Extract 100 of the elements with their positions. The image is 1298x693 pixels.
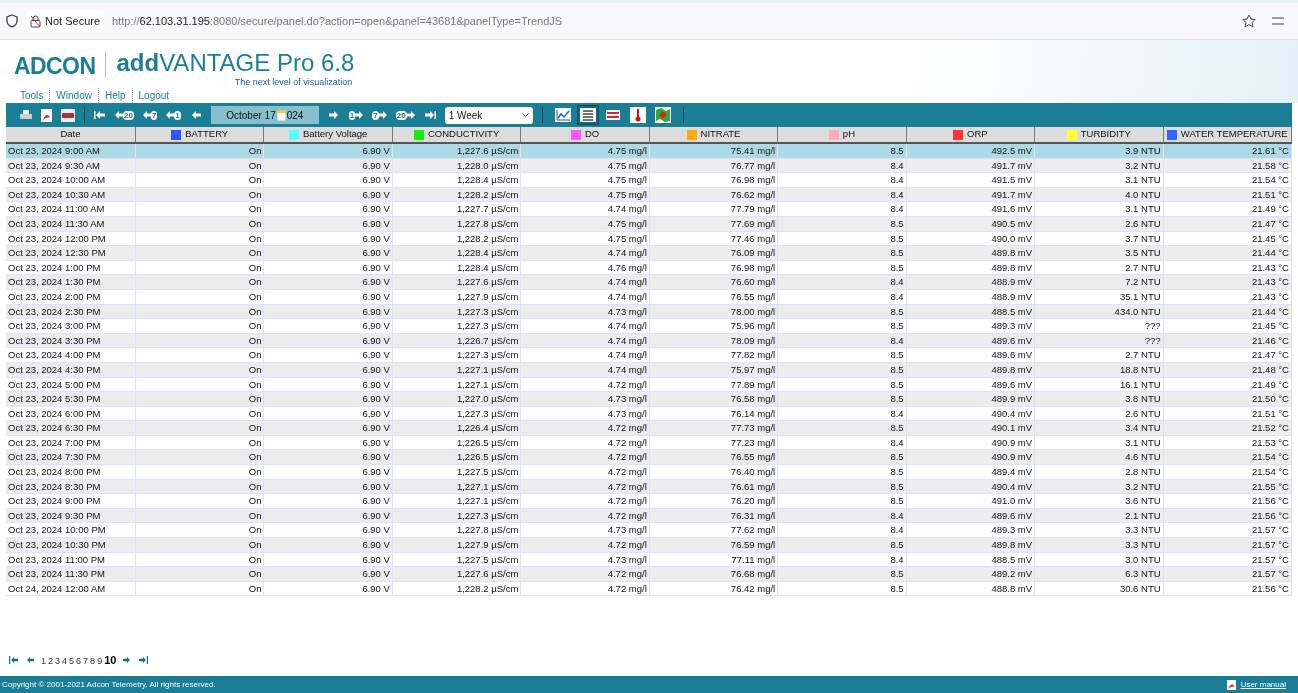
- table-cell: 21.57 °C: [1163, 567, 1292, 582]
- table-view-icon[interactable]: [576, 105, 599, 125]
- column-header[interactable]: CONDUCTIVITY: [392, 127, 522, 144]
- table-cell: 4.72 mg/l: [521, 465, 650, 480]
- menu-icon[interactable]: [1272, 16, 1284, 26]
- table-cell: Oct 23, 2024 12:30 PM: [6, 246, 136, 261]
- period-dropdown[interactable]: 1 Week: [444, 106, 533, 124]
- page-link[interactable]: 3: [55, 654, 61, 669]
- table-cell: 76.58 mg/l: [649, 392, 779, 407]
- address-bar-url[interactable]: http://62.103.31.195:8080/secure/panel.do?action=open&panel=43681&panelType=TrendJS: [112, 12, 1234, 30]
- step-forward-button[interactable]: 7: [372, 110, 387, 120]
- broken-lock-icon: [30, 14, 41, 28]
- table-cell: 21.54 °C: [1163, 450, 1292, 466]
- page-link[interactable]: 8: [90, 654, 96, 669]
- chevron-down-icon: [521, 112, 529, 118]
- table-cell: 6.90 V: [264, 450, 393, 466]
- table-cell: 490.1 mV: [906, 421, 1036, 436]
- column-header[interactable]: WATER TEMPERATURE: [1163, 127, 1292, 144]
- copyright-text: Copyright © 2001-2021 Adcon Telemetry. All rights reserved.: [2, 678, 216, 691]
- table-cell: 8.5: [778, 538, 907, 553]
- user-manual-link[interactable]: User manual: [1240, 678, 1286, 691]
- table-cell: 1,227.1 µS/cm: [392, 494, 522, 509]
- date-field[interactable]: October 17 024: [210, 106, 319, 124]
- table-cell: 2.7 NTU: [1035, 348, 1164, 363]
- next-button[interactable]: [327, 110, 340, 120]
- column-header[interactable]: ORP: [906, 127, 1036, 144]
- column-header[interactable]: NITRATE: [649, 127, 779, 144]
- table-cell: On: [136, 319, 265, 334]
- shield-icon: [6, 14, 18, 28]
- table-cell: 6.90 V: [264, 523, 393, 539]
- page-link[interactable]: 9: [97, 654, 103, 669]
- column-header[interactable]: Date: [6, 127, 136, 144]
- table-cell: 3.6 NTU: [1035, 494, 1164, 509]
- table-cell: 1,227.6 µS/cm: [392, 275, 522, 290]
- product-title: addVANTAGE Pro 6.8: [116, 50, 355, 76]
- table-cell: On: [136, 173, 265, 188]
- table-cell: On: [136, 523, 265, 539]
- star-icon[interactable]: [1242, 14, 1256, 28]
- table-cell: 8.5: [778, 246, 907, 261]
- table-cell: On: [136, 450, 265, 466]
- printer-icon[interactable]: [20, 109, 32, 121]
- column-header[interactable]: pH: [778, 127, 907, 144]
- column-header[interactable]: DO: [521, 127, 650, 144]
- page-link[interactable]: 4: [62, 654, 68, 669]
- table-cell: 4.74 mg/l: [521, 275, 650, 290]
- page-link[interactable]: 7: [83, 654, 89, 669]
- menu-link[interactable]: Logout: [132, 87, 176, 103]
- pdf-icon[interactable]: [41, 108, 52, 122]
- table-cell: 489.2 mV: [906, 567, 1036, 582]
- last-page-button[interactable]: [423, 110, 436, 120]
- column-header[interactable]: BATTERY: [136, 127, 265, 144]
- page-link[interactable]: 2: [48, 654, 54, 669]
- table-cell: Oct 23, 2024 8:00 PM: [6, 465, 136, 480]
- table-cell: 4.72 mg/l: [521, 421, 650, 436]
- table-cell: On: [136, 567, 265, 582]
- step-back-button[interactable]: 1: [166, 110, 181, 120]
- page-link[interactable]: 6: [76, 654, 82, 669]
- table-cell: 21.54 °C: [1163, 173, 1292, 188]
- table-cell: 4.74 mg/l: [521, 246, 650, 261]
- menu-link[interactable]: Tools: [14, 87, 51, 103]
- adcon-logo: ADCON: [14, 53, 96, 79]
- table-cell: 4.73 mg/l: [521, 523, 650, 539]
- table-cell: 8.5: [778, 392, 907, 407]
- next-page-button[interactable]: [122, 656, 133, 664]
- table-cell: On: [136, 246, 265, 261]
- table-cell: 8.5: [778, 421, 907, 436]
- table-cell: 6.90 V: [264, 144, 393, 159]
- table-cell: 3.3 NTU: [1035, 538, 1164, 553]
- page-link[interactable]: 10: [104, 651, 117, 669]
- table-cell: 8.5: [778, 567, 907, 582]
- table-cell: 76.20 mg/l: [649, 494, 779, 509]
- menu-link[interactable]: Help: [98, 87, 133, 103]
- table-cell: 76.60 mg/l: [649, 275, 779, 290]
- page-link[interactable]: 1: [41, 654, 46, 669]
- security-badge[interactable]: Not Secure: [26, 10, 105, 32]
- pdf-icon: [1226, 679, 1236, 690]
- last-page-button[interactable]: [138, 656, 149, 664]
- previous-page-button[interactable]: [25, 656, 35, 664]
- page-link[interactable]: 5: [69, 654, 75, 669]
- table-cell: 4.74 mg/l: [521, 319, 650, 334]
- table-cell: Oct 23, 2024 9:00 PM: [6, 494, 136, 509]
- menu-link[interactable]: Window: [50, 87, 99, 103]
- table-cell: 3.4 NTU: [1035, 421, 1164, 436]
- table-cell: 21.54 °C: [1163, 465, 1292, 480]
- table-cell: 76.68 mg/l: [649, 567, 779, 582]
- table-cell: 76.40 mg/l: [649, 465, 779, 480]
- column-header[interactable]: Battery Voltage: [264, 127, 393, 144]
- table-cell: 21.49 °C: [1163, 202, 1292, 217]
- table-cell: 489.3 mV: [906, 319, 1036, 334]
- table-cell: 21.52 °C: [1163, 421, 1292, 436]
- table-cell: Oct 23, 2024 1:30 PM: [6, 275, 136, 290]
- column-header[interactable]: TURBIDITY: [1035, 127, 1164, 144]
- first-page-button[interactable]: [9, 656, 19, 664]
- table-cell: 4.72 mg/l: [521, 538, 650, 553]
- table-cell: 77.73 mg/l: [649, 421, 779, 436]
- table-cell: 6.90 V: [264, 392, 393, 407]
- table-cell: 8.5: [778, 465, 907, 480]
- table-cell: On: [136, 275, 265, 290]
- table-cell: 1,227.7 µS/cm: [392, 202, 522, 217]
- first-page-button[interactable]: [94, 110, 106, 120]
